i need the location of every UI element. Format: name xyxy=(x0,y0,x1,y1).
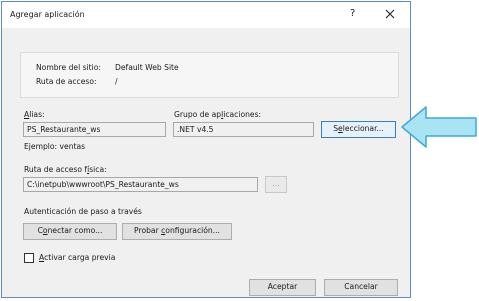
physical-path-label: Ruta de acceso física: xyxy=(24,165,107,174)
alias-input[interactable]: PS_Restaurante_ws xyxy=(23,122,166,137)
app-pool-field: .NET v4.5 xyxy=(173,122,314,137)
connect-as-button[interactable]: Conectar como... xyxy=(23,223,117,240)
app-pool-label: Grupo de aplicaciones: xyxy=(174,110,262,119)
physical-path-input[interactable]: C:\inetpub\wwwroot\PS_Restaurante_ws xyxy=(23,177,258,192)
auth-section-title: Autenticación de paso a través xyxy=(24,207,142,216)
alias-label: Alias: xyxy=(24,110,45,119)
dialog-title: Agregar aplicación xyxy=(10,10,85,19)
test-settings-button[interactable]: Probar configuración... xyxy=(122,223,232,240)
select-pool-button[interactable]: Seleccionar... xyxy=(321,121,396,138)
help-button[interactable]: ? xyxy=(350,8,355,19)
site-path-value: / xyxy=(115,77,118,86)
left-arrow-icon xyxy=(401,106,477,148)
enable-preload-label: Activar carga previa xyxy=(39,253,116,262)
enable-preload-checkbox[interactable] xyxy=(24,253,34,263)
add-application-dialog: Agregar aplicación ? Nombre del sitio: D… xyxy=(1,1,411,298)
close-button[interactable] xyxy=(382,6,398,22)
browse-button[interactable]: ... xyxy=(265,176,287,193)
cancel-button[interactable]: Cancelar xyxy=(324,279,398,296)
site-name-label: Nombre del sitio: xyxy=(36,63,101,72)
ok-button[interactable]: Aceptar xyxy=(249,279,316,296)
close-icon xyxy=(385,9,395,19)
site-info-panel: Nombre del sitio: Default Web Site Ruta … xyxy=(20,52,399,98)
alias-example: Ejemplo: ventas xyxy=(24,142,86,151)
title-bar: Agregar aplicación ? xyxy=(2,2,410,28)
site-path-label: Ruta de acceso: xyxy=(36,77,97,86)
site-name-value: Default Web Site xyxy=(115,63,179,72)
